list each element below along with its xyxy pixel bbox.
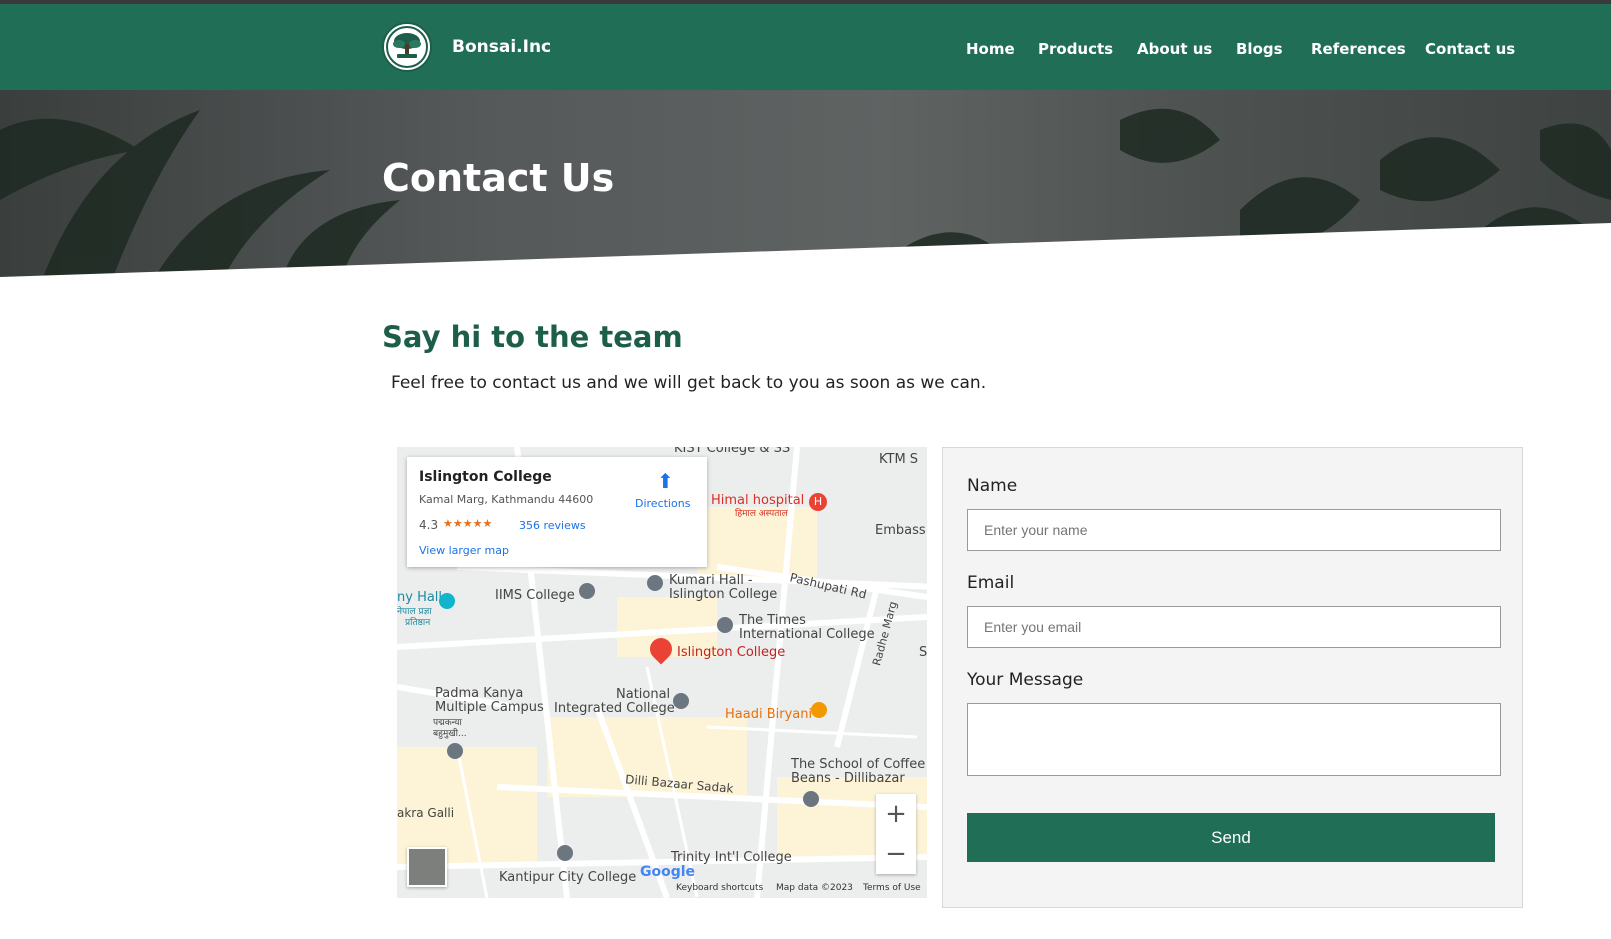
message-textarea[interactable] bbox=[967, 703, 1501, 776]
map-label: ny Hall bbox=[397, 590, 443, 605]
plant-leaves-background bbox=[0, 108, 1611, 285]
map-label: प्रतिष्ठान bbox=[405, 618, 431, 628]
map-label: akra Galli bbox=[397, 806, 455, 820]
name-input[interactable]: Enter your name bbox=[967, 509, 1501, 551]
zoom-controls: + − bbox=[876, 794, 916, 874]
college-pin-icon[interactable] bbox=[579, 583, 595, 599]
map-label: National bbox=[616, 687, 671, 702]
map-label: Embass bbox=[875, 523, 926, 538]
place-address: Kamal Marg, Kathmandu 44600 bbox=[419, 493, 594, 506]
map-label: KTM S bbox=[879, 452, 919, 467]
map-label: IIMS College bbox=[495, 588, 575, 603]
site-header: Bonsai.Inc Home Products About us Blogs … bbox=[0, 4, 1611, 90]
map-label: International College bbox=[739, 627, 875, 642]
section-subtext: Feel free to contact us and we will get … bbox=[391, 373, 987, 393]
map-label: Padma Kanya bbox=[435, 686, 524, 701]
send-button[interactable]: Send bbox=[967, 813, 1495, 862]
hall-pin-icon[interactable] bbox=[439, 593, 455, 609]
college-pin-icon[interactable] bbox=[447, 743, 463, 759]
map-label: The Times bbox=[739, 613, 806, 628]
directions-link[interactable]: Directions bbox=[635, 497, 690, 510]
main-nav: Home Products About us Blogs References … bbox=[0, 40, 1611, 60]
map-label: Integrated College bbox=[554, 701, 675, 716]
map-data-text: Map data ©2023 bbox=[776, 883, 853, 893]
map-label: The School of Coffee bbox=[791, 757, 926, 772]
nav-about[interactable]: About us bbox=[1137, 40, 1212, 58]
terms-of-use-link[interactable]: Terms of Use bbox=[863, 883, 921, 893]
nav-references[interactable]: References bbox=[1311, 40, 1406, 58]
map-label: Islington College bbox=[669, 587, 778, 602]
map-label: Kantipur City College bbox=[499, 870, 637, 885]
college-pin-icon[interactable] bbox=[673, 693, 689, 709]
satellite-view-toggle[interactable] bbox=[407, 847, 447, 887]
place-info-card: Islington College Kamal Marg, Kathmandu … bbox=[407, 457, 707, 567]
page-title: Contact Us bbox=[382, 156, 615, 200]
contact-form: Name Enter your name Email Enter you ema… bbox=[942, 447, 1523, 908]
map-label: Haadi Biryani bbox=[725, 707, 813, 722]
message-label: Your Message bbox=[967, 670, 1084, 690]
hospital-pin-icon[interactable]: H bbox=[809, 493, 827, 511]
email-label: Email bbox=[967, 573, 1015, 593]
rating-stars-icon: ★★★★★ bbox=[443, 517, 493, 530]
name-label: Name bbox=[967, 476, 1018, 496]
email-input[interactable]: Enter you email bbox=[967, 606, 1501, 648]
nav-products[interactable]: Products bbox=[1038, 40, 1113, 58]
restaurant-pin-icon[interactable] bbox=[811, 702, 827, 718]
zoom-out-button[interactable]: − bbox=[876, 834, 916, 874]
college-pin-icon[interactable] bbox=[717, 617, 733, 633]
map-label: बहुमुखी... bbox=[433, 729, 467, 739]
view-larger-map-link[interactable]: View larger map bbox=[419, 544, 509, 557]
cafe-pin-icon[interactable] bbox=[803, 791, 819, 807]
nav-contact[interactable]: Contact us bbox=[1425, 40, 1515, 58]
map-label: KIST College & SS bbox=[674, 447, 791, 456]
nav-blogs[interactable]: Blogs bbox=[1236, 40, 1283, 58]
map-label: Islington College bbox=[677, 645, 786, 660]
college-pin-icon[interactable] bbox=[647, 575, 663, 591]
embedded-map[interactable]: Islington College Kamal Marg, Kathmandu … bbox=[397, 447, 927, 898]
keyboard-shortcuts-link[interactable]: Keyboard shortcuts bbox=[676, 883, 763, 893]
google-logo: Google bbox=[640, 864, 696, 880]
reviews-link[interactable]: 356 reviews bbox=[519, 519, 586, 532]
map-label: Multiple Campus bbox=[435, 700, 544, 715]
map-label: Kumari Hall - bbox=[669, 573, 753, 588]
directions-icon[interactable]: ⬆ bbox=[657, 469, 674, 493]
zoom-in-button[interactable]: + bbox=[876, 794, 916, 834]
map-label: S bbox=[919, 645, 927, 660]
section-heading: Say hi to the team bbox=[382, 320, 683, 354]
map-label: Beans - Dillibazar bbox=[791, 771, 905, 786]
hero-banner: Contact Us bbox=[0, 90, 1611, 285]
college-pin-icon[interactable] bbox=[557, 845, 573, 861]
map-label: हिमाल अस्पताल bbox=[735, 509, 788, 519]
place-name: Islington College bbox=[419, 469, 552, 485]
place-rating: 4.3 bbox=[419, 518, 439, 532]
map-label: Trinity Int'l College bbox=[671, 850, 792, 865]
nav-home[interactable]: Home bbox=[966, 40, 1015, 58]
